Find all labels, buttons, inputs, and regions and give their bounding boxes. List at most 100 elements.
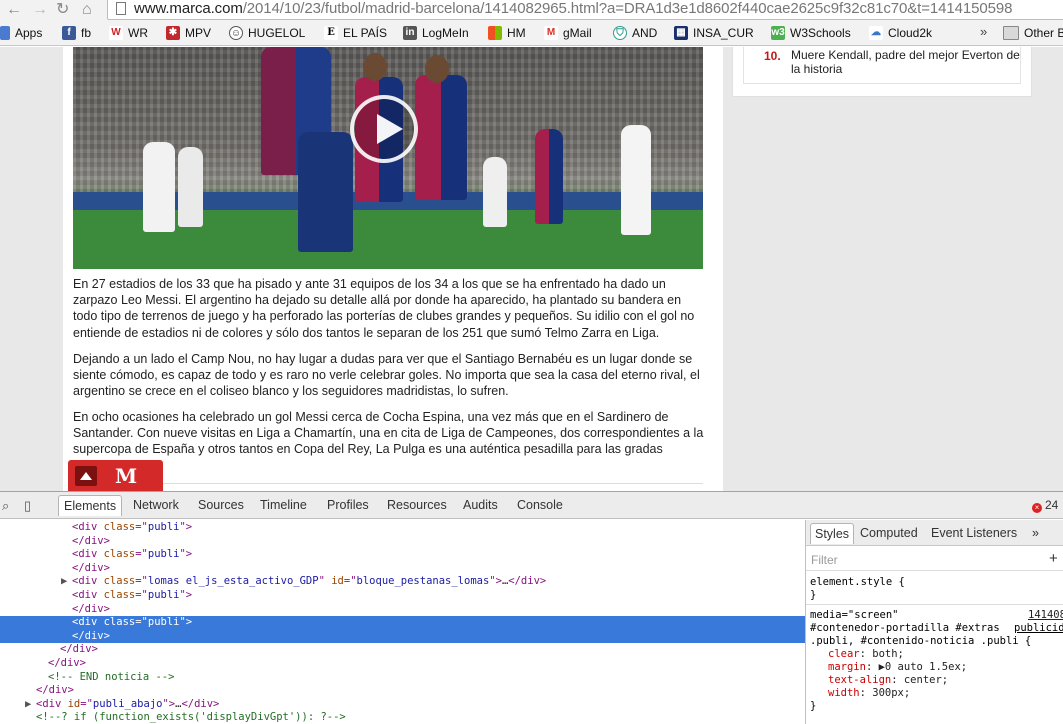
bookmark-hm[interactable]: HM xyxy=(488,26,526,40)
tab-console[interactable]: Console xyxy=(517,498,563,512)
bookmark-mpv[interactable]: ✱ MPV xyxy=(166,26,211,40)
error-count-badge[interactable]: × 24 xyxy=(1032,498,1058,513)
page-icon xyxy=(116,2,126,15)
smiley-icon: ☺ xyxy=(229,26,243,40)
inspect-icon[interactable]: ⌕ xyxy=(2,498,9,514)
more-bookmarks-button[interactable]: » xyxy=(980,24,987,39)
article: En 27 estadios de los 33 que ha pisado y… xyxy=(63,47,723,491)
tab-profiles[interactable]: Profiles xyxy=(327,498,369,512)
close-brace: } xyxy=(810,589,817,601)
bookmark-insa[interactable]: ▦ INSA_CUR xyxy=(674,26,754,40)
w3schools-icon: w3 xyxy=(771,26,785,40)
devtools: ⌕ ▯ Elements Network Sources Timeline Pr… xyxy=(0,491,1063,724)
mpv-icon: ✱ xyxy=(166,26,180,40)
bookmark-logmein[interactable]: in LogMeIn xyxy=(403,26,469,40)
most-read-item[interactable]: 10. Muere Kendall, padre del mejor Evert… xyxy=(743,47,1021,84)
dom-node[interactable]: <!-- END noticia --> xyxy=(0,671,805,685)
styles-filter-input[interactable]: Filter xyxy=(811,553,838,567)
reload-icon[interactable]: ↻ xyxy=(56,1,69,19)
css-declaration[interactable]: width: 300px; xyxy=(828,687,910,700)
tab-audits[interactable]: Audits xyxy=(463,498,498,512)
bookmark-hugelol[interactable]: ☺ HUGELOL xyxy=(229,26,305,40)
close-brace: } xyxy=(810,700,817,712)
home-icon[interactable]: ⌂ xyxy=(82,1,92,19)
more-tabs-button[interactable]: » xyxy=(1032,526,1039,540)
bookmark-wr[interactable]: W WR xyxy=(109,26,148,40)
back-icon[interactable]: ← xyxy=(6,1,22,19)
bookmark-w3schools[interactable]: w3 W3Schools xyxy=(771,26,851,40)
expand-icon[interactable] xyxy=(75,466,97,486)
css-declaration[interactable]: clear: both; xyxy=(828,648,904,661)
play-button[interactable] xyxy=(350,95,418,163)
css-declaration[interactable]: margin: ▶0 auto 1.5ex; xyxy=(828,661,967,674)
element-style-selector[interactable]: element.style { xyxy=(810,576,905,589)
forward-icon[interactable]: → xyxy=(32,1,48,19)
rule-selector[interactable]: #contenedor-portadilla #extras xyxy=(810,622,1000,635)
other-bookmarks[interactable]: Other B xyxy=(1003,26,1063,40)
dom-node[interactable]: </div> xyxy=(0,535,805,549)
logmein-icon: in xyxy=(403,26,417,40)
tab-computed[interactable]: Computed xyxy=(860,526,918,540)
tab-styles[interactable]: Styles xyxy=(810,523,855,544)
add-rule-icon[interactable]: + xyxy=(1049,550,1058,567)
apps-icon xyxy=(0,26,10,40)
insa-icon: ▦ xyxy=(674,26,688,40)
dom-node[interactable]: ▶ <div class="lomas el_js_esta_activo_GDP… xyxy=(0,575,805,589)
dom-node[interactable]: </div> xyxy=(0,629,805,644)
dom-node[interactable]: </div> xyxy=(0,643,805,657)
marca-logo[interactable]: M xyxy=(115,464,137,488)
dom-tree[interactable]: <div class="publi"> </div> <div class="pub… xyxy=(0,520,805,724)
rule-selector-link[interactable]: publicid xyxy=(1014,622,1063,635)
bookmark-cloud2k[interactable]: ☁ Cloud2k xyxy=(869,26,932,40)
css-declaration[interactable]: text-align: center; xyxy=(828,674,948,687)
devtools-tabbar: ⌕ ▯ Elements Network Sources Timeline Pr… xyxy=(0,492,1063,519)
bookmark-and[interactable]: ⛉ AND xyxy=(613,26,657,40)
dom-node[interactable]: </div> xyxy=(0,657,805,671)
dom-node-markup: </div> xyxy=(48,657,86,669)
url-text[interactable]: www.marca.com/2014/10/23/futbol/madrid-b… xyxy=(134,0,1012,17)
web-page: En 27 estadios de los 33 que ha pisado y… xyxy=(0,47,1063,491)
elpais-icon: E xyxy=(324,26,338,40)
dom-node-markup: <div id="publi_abajo">…</div> xyxy=(36,697,220,710)
tab-sources[interactable]: Sources xyxy=(198,498,244,512)
dom-node[interactable]: <div class="publi"> xyxy=(0,589,805,603)
article-paragraph: Dejando a un lado el Camp Nou, no hay lu… xyxy=(73,352,700,399)
address-bar[interactable]: www.marca.com/2014/10/23/futbol/madrid-b… xyxy=(107,0,1063,20)
dom-node[interactable]: <div class="publi"> xyxy=(0,521,805,535)
divider xyxy=(806,604,1063,605)
dom-node-markup: </div> xyxy=(72,602,110,615)
player-figure xyxy=(143,142,175,232)
tab-network[interactable]: Network xyxy=(133,498,179,512)
tab-timeline[interactable]: Timeline xyxy=(260,498,307,512)
dom-node-markup: </div> xyxy=(60,643,98,656)
most-read-headline[interactable]: Muere Kendall, padre del mejor Everton d… xyxy=(791,48,1027,76)
player-figure xyxy=(178,147,203,227)
dom-node[interactable]: <div class="publi"> xyxy=(0,616,805,630)
source-link[interactable]: 141408 xyxy=(1028,609,1063,622)
article-video[interactable] xyxy=(73,47,703,269)
bookmark-fb[interactable]: f fb xyxy=(62,26,91,40)
bookmark-elpais[interactable]: E EL PAÍS xyxy=(324,26,387,40)
shield-icon: ⛉ xyxy=(613,26,627,40)
share-toolbar: M xyxy=(68,460,163,491)
gmail-icon: M xyxy=(544,26,558,40)
player-figure xyxy=(298,132,353,252)
tab-resources[interactable]: Resources xyxy=(387,498,447,512)
bookmark-apps[interactable]: Apps xyxy=(0,26,42,40)
rule-selector[interactable]: .publi, #contenido-noticia .publi { xyxy=(810,635,1031,648)
dom-node[interactable]: <div class="publi"> xyxy=(0,548,805,562)
dom-node[interactable]: ▶ <div id="publi_abajo">…</div> xyxy=(0,698,805,712)
dom-node[interactable]: <!--? if (function_exists('displayDivGpt… xyxy=(0,711,805,724)
bookmark-gmail[interactable]: MgMail xyxy=(544,26,592,40)
tab-elements[interactable]: Elements xyxy=(58,495,123,516)
divider xyxy=(806,570,1063,571)
dom-node[interactable]: </div> xyxy=(0,684,805,698)
dom-node[interactable]: </div> xyxy=(0,603,805,617)
expand-triangle-icon[interactable]: ▶ xyxy=(61,575,67,589)
dom-node[interactable]: </div> xyxy=(0,562,805,576)
device-icon[interactable]: ▯ xyxy=(24,498,31,514)
tab-event-listeners[interactable]: Event Listeners xyxy=(931,526,1017,540)
dom-node-markup: </div> xyxy=(36,684,74,697)
player-figure xyxy=(621,125,651,235)
expand-triangle-icon[interactable]: ▶ xyxy=(25,698,31,712)
